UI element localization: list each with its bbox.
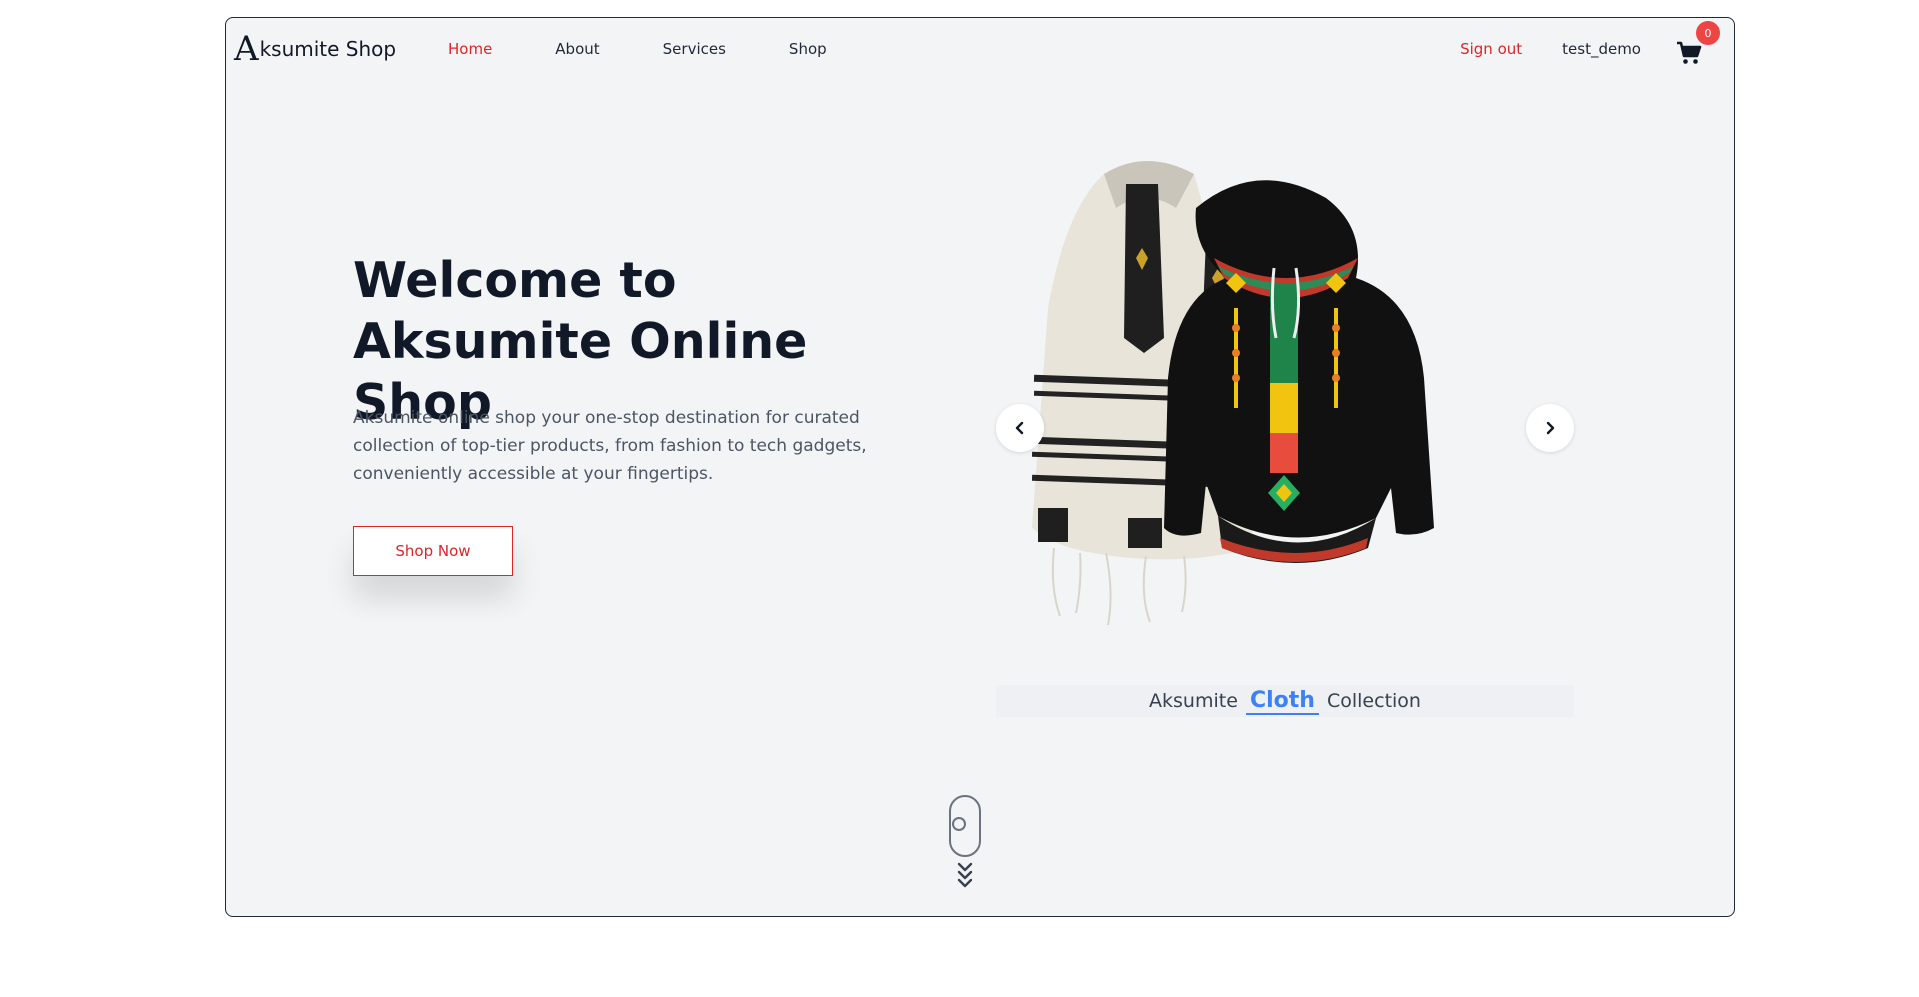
- shopping-cart-icon: [1677, 41, 1702, 64]
- hero-description: Aksumite online shop your one-stop desti…: [353, 408, 867, 484]
- chevron-right-icon: [1546, 421, 1555, 435]
- carousel-next-button[interactable]: [1526, 404, 1574, 452]
- product-image: [1031, 161, 1434, 626]
- logo[interactable]: A ksumite Shop: [234, 30, 396, 68]
- nav-services[interactable]: Services: [663, 40, 726, 58]
- shop-now-button[interactable]: Shop Now: [353, 526, 513, 576]
- nav-user-area: Sign out test_demo: [1460, 40, 1641, 58]
- cart-count-badge: 0: [1696, 21, 1720, 45]
- main-nav: Home About Services Shop: [448, 40, 890, 58]
- chevron-down-icon: [957, 862, 973, 888]
- carousel-caption: Aksumite Cloth Collection: [996, 685, 1574, 717]
- product-carousel: Aksumite Cloth Collection: [996, 148, 1574, 718]
- logo-text: ksumite Shop: [259, 37, 397, 61]
- nav-home[interactable]: Home: [448, 40, 492, 58]
- caption-highlight: Cloth: [1245, 688, 1319, 715]
- nav-shop[interactable]: Shop: [789, 40, 827, 58]
- carousel-prev-button[interactable]: [996, 404, 1044, 452]
- scroll-down-indicator[interactable]: [948, 794, 982, 894]
- chevron-left-icon: [1015, 421, 1024, 435]
- caption-prefix: Aksumite: [1149, 690, 1238, 712]
- caption-suffix: Collection: [1326, 690, 1421, 712]
- page-frame: A ksumite Shop Home About Services Shop …: [225, 17, 1735, 917]
- mouse-scroll-icon: [949, 795, 981, 857]
- logo-letter: A: [234, 29, 259, 69]
- sign-out-link[interactable]: Sign out: [1460, 40, 1522, 58]
- nav-about[interactable]: About: [555, 40, 599, 58]
- username[interactable]: test_demo: [1562, 40, 1641, 58]
